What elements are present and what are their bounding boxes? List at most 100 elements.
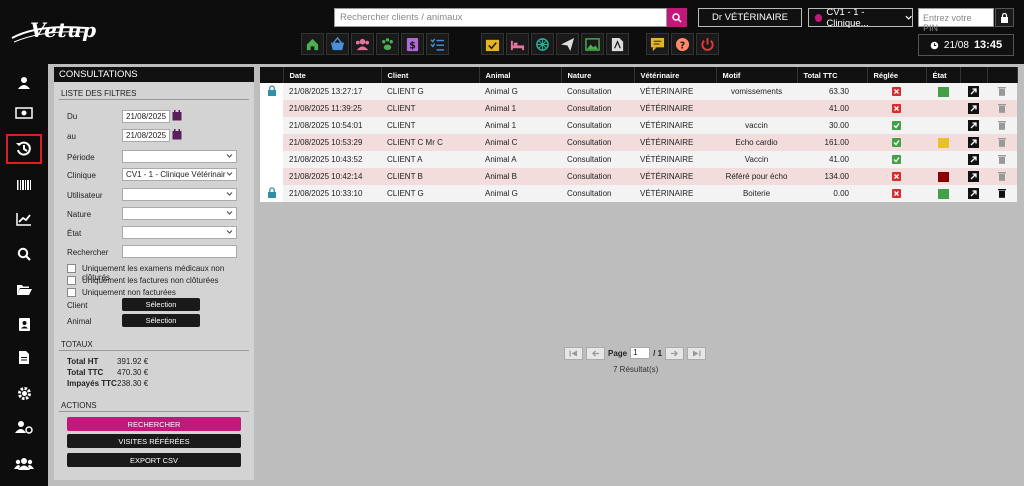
- column-header[interactable]: [960, 67, 988, 83]
- pdf-toolbar-button[interactable]: [606, 33, 629, 55]
- etat-select[interactable]: [122, 226, 237, 239]
- open-cell[interactable]: [960, 83, 987, 100]
- open-cell[interactable]: [960, 134, 987, 151]
- sidebar-item-folders[interactable]: [6, 274, 42, 304]
- calendar-icon[interactable]: [172, 129, 182, 140]
- column-header[interactable]: État: [926, 67, 961, 83]
- calendar-check-toolbar-button[interactable]: [481, 33, 504, 55]
- open-button[interactable]: [968, 137, 979, 148]
- power-toolbar-button[interactable]: [696, 33, 719, 55]
- checkbox-factures[interactable]: [67, 276, 76, 285]
- open-cell[interactable]: [960, 117, 987, 134]
- open-cell[interactable]: [960, 168, 987, 185]
- sidebar-item-cash[interactable]: [6, 98, 42, 128]
- column-header[interactable]: Animal: [479, 67, 562, 83]
- column-header[interactable]: [260, 67, 284, 83]
- column-header[interactable]: [987, 67, 1018, 83]
- trash-icon[interactable]: [998, 154, 1006, 164]
- bed-toolbar-button[interactable]: [506, 33, 529, 55]
- delete-cell[interactable]: [987, 168, 1017, 185]
- column-header[interactable]: Client: [381, 67, 480, 83]
- table-row[interactable]: 21/08/2025 11:39:25 CLIENT Animal 1 Consult…: [260, 100, 1017, 117]
- table-row[interactable]: 21/08/2025 13:27:17 CLIENT G Animal G Consu…: [260, 83, 1017, 100]
- utilisateur-select[interactable]: [122, 188, 237, 201]
- open-button[interactable]: [968, 120, 979, 131]
- sidebar-item-history[interactable]: [6, 134, 42, 164]
- delete-cell[interactable]: [987, 134, 1017, 151]
- sidebar-item-team[interactable]: [6, 448, 42, 478]
- visites-referees-button[interactable]: VISITES RÉFÉRÉES: [67, 434, 241, 448]
- table-row[interactable]: 21/08/2025 10:53:29 CLIENT C Mr C Animal C…: [260, 134, 1017, 151]
- calendar-icon[interactable]: [172, 110, 182, 121]
- users-toolbar-button[interactable]: [351, 33, 374, 55]
- rechercher-button[interactable]: RECHERCHER: [67, 417, 241, 431]
- column-header[interactable]: Vétérinaire: [634, 67, 717, 83]
- sidebar-item-users[interactable]: [6, 68, 42, 98]
- prev-page-button[interactable]: [586, 346, 605, 360]
- dollar-toolbar-button[interactable]: $: [401, 33, 424, 55]
- export-csv-button[interactable]: EXPORT CSV: [67, 453, 241, 467]
- sidebar-item-contacts[interactable]: [6, 309, 42, 339]
- open-button[interactable]: [968, 188, 979, 199]
- rechercher-input[interactable]: [122, 245, 237, 258]
- sidebar-item-settings[interactable]: [6, 378, 42, 408]
- trash-icon[interactable]: [998, 137, 1006, 147]
- date-from-input[interactable]: 21/08/2025: [122, 110, 170, 123]
- sidebar-item-barcode[interactable]: [6, 170, 42, 200]
- search-button[interactable]: [667, 8, 687, 27]
- tasks-toolbar-button[interactable]: [426, 33, 449, 55]
- open-button[interactable]: [968, 171, 979, 182]
- pin-lock-button[interactable]: [995, 8, 1014, 27]
- message-toolbar-button[interactable]: [646, 33, 669, 55]
- paw-toolbar-button[interactable]: [376, 33, 399, 55]
- search-input[interactable]: Rechercher clients / animaux: [334, 8, 667, 27]
- table-row[interactable]: 21/08/2025 10:42:14 CLIENT B Animal B Consu…: [260, 168, 1017, 185]
- open-button[interactable]: [968, 86, 979, 97]
- checkbox-examens[interactable]: [67, 264, 76, 273]
- table-row[interactable]: 21/08/2025 10:43:52 CLIENT A Animal A Consu…: [260, 151, 1017, 168]
- home-toolbar-button[interactable]: [301, 33, 324, 55]
- pin-input[interactable]: Entrez votre PIN: [918, 8, 994, 33]
- client-selection-button[interactable]: Sélection: [122, 298, 200, 311]
- table-row[interactable]: 21/08/2025 10:54:01 CLIENT Animal 1 Consult…: [260, 117, 1017, 134]
- delete-cell[interactable]: [987, 100, 1017, 117]
- open-button[interactable]: [968, 103, 979, 114]
- table-row[interactable]: 21/08/2025 10:33:10 CLIENT G Animal G Consu…: [260, 185, 1017, 202]
- help-toolbar-button[interactable]: ?: [671, 33, 694, 55]
- open-button[interactable]: [968, 154, 979, 165]
- delete-cell[interactable]: [987, 185, 1017, 202]
- send-toolbar-button[interactable]: [556, 33, 579, 55]
- delete-cell[interactable]: [987, 117, 1017, 134]
- delete-cell[interactable]: [987, 151, 1017, 168]
- sidebar-item-search[interactable]: [6, 239, 42, 269]
- trash-icon[interactable]: [998, 86, 1006, 96]
- column-header[interactable]: Motif: [716, 67, 798, 83]
- column-header[interactable]: Réglée: [867, 67, 927, 83]
- sidebar-item-statistics[interactable]: [6, 204, 42, 234]
- sidebar-item-documents[interactable]: [6, 342, 42, 372]
- trash-icon[interactable]: [998, 120, 1006, 130]
- open-cell[interactable]: [960, 185, 987, 202]
- sidebar-item-user-settings[interactable]: [6, 412, 42, 442]
- trash-icon[interactable]: [998, 103, 1006, 113]
- vetup-logo[interactable]: Vetup: [8, 8, 96, 44]
- next-page-button[interactable]: [665, 346, 685, 360]
- image-toolbar-button[interactable]: [581, 33, 604, 55]
- page-select[interactable]: 1: [630, 347, 651, 359]
- first-page-button[interactable]: [564, 346, 583, 360]
- date-to-input[interactable]: 21/08/2025: [122, 129, 170, 142]
- open-cell[interactable]: [960, 100, 987, 117]
- open-cell[interactable]: [960, 151, 987, 168]
- column-header[interactable]: Nature: [561, 67, 635, 83]
- veterinarian-button[interactable]: Dr VÉTÉRINAIRE: [698, 8, 802, 27]
- basket-toolbar-button[interactable]: [326, 33, 349, 55]
- clinique-select[interactable]: CV1 - 1 - Clinique Vétérinair: [122, 168, 237, 181]
- trash-icon[interactable]: [998, 171, 1006, 181]
- periode-select[interactable]: [122, 150, 237, 163]
- column-header[interactable]: Date: [283, 67, 382, 83]
- column-header[interactable]: Total TTC: [797, 67, 868, 83]
- checkbox-non-facturees[interactable]: [67, 288, 76, 297]
- network-toolbar-button[interactable]: [531, 33, 554, 55]
- last-page-button[interactable]: [687, 346, 707, 360]
- delete-cell[interactable]: [987, 83, 1017, 100]
